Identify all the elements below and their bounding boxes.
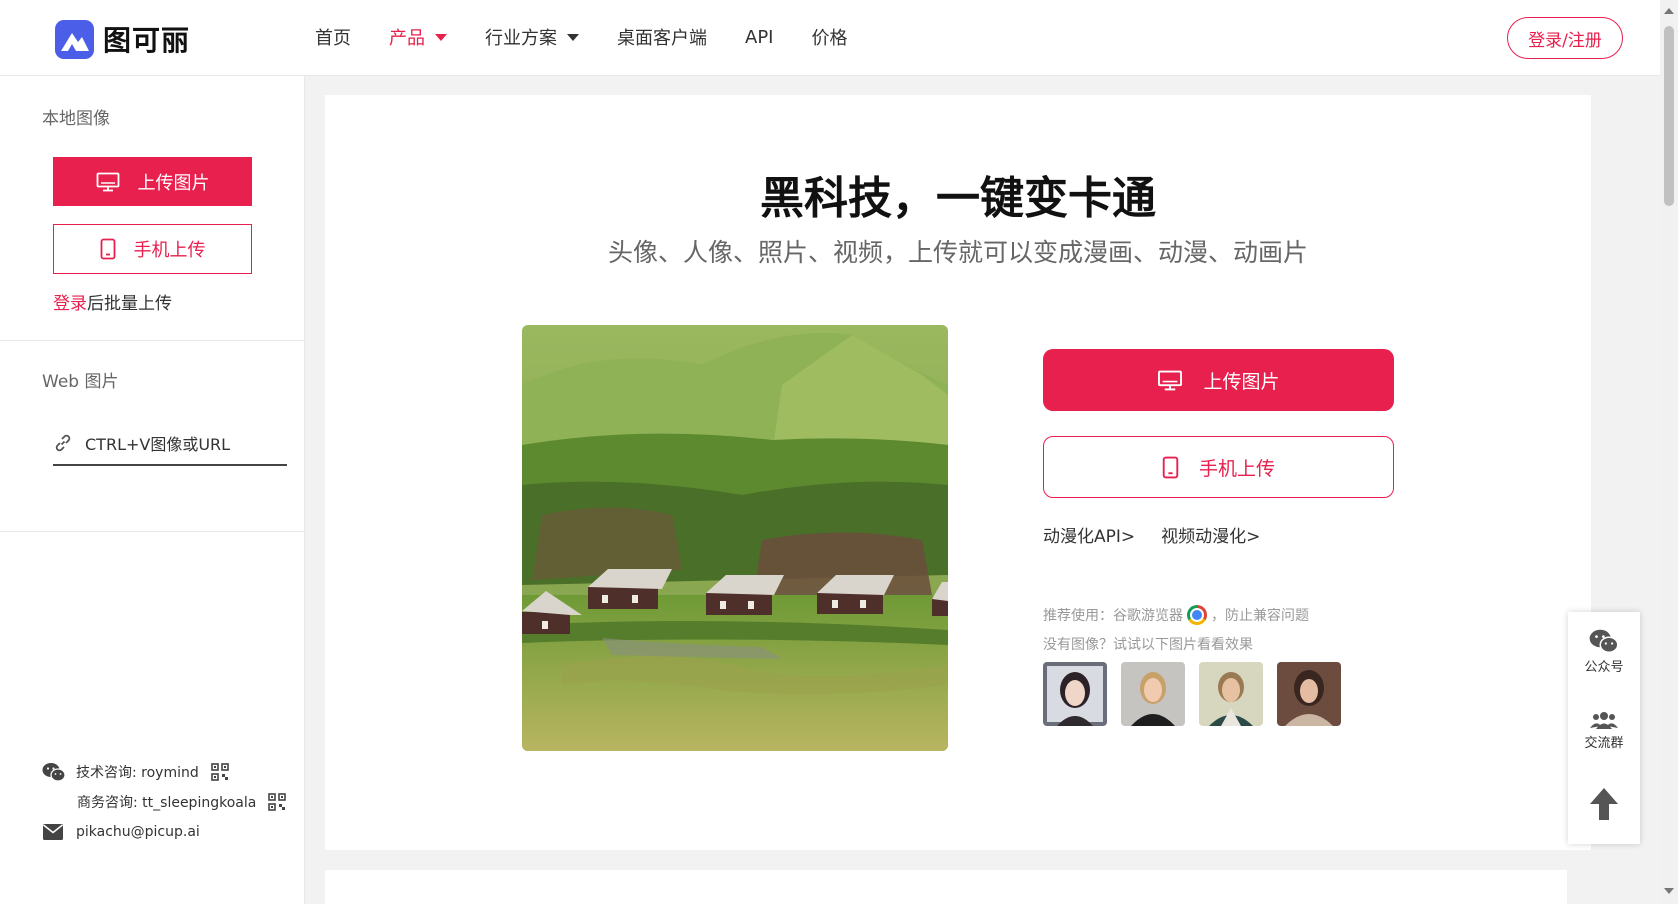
- top-header: 图可丽 首页 产品 行业方案 桌面客户端 API 价格 登录/注册: [0, 0, 1660, 76]
- qrcode-icon[interactable]: [268, 793, 287, 811]
- main-mobile-upload-button[interactable]: 手机上传: [1043, 436, 1394, 498]
- sample-thumbnail[interactable]: [1121, 662, 1185, 726]
- qrcode-icon[interactable]: [210, 763, 229, 781]
- monitor-icon: [1158, 370, 1183, 390]
- hero-subtitle: 头像、人像、照片、视频，上传就可以变成漫画、动漫、动画片: [607, 238, 1308, 267]
- feature-links: 动漫化API> 视频动漫化>: [1043, 522, 1286, 547]
- nav-industry-label: 行业方案: [485, 28, 557, 49]
- secondary-card: [325, 870, 1567, 904]
- sidebar-mobile-label: 手机上传: [133, 240, 206, 261]
- url-paste-input[interactable]: CTRL+V图像或URL: [53, 421, 287, 466]
- browser-recommendation: 推荐使用：谷歌游览器 ，防止兼容问题: [1043, 605, 1309, 625]
- main-nav: 首页 产品 行业方案 桌面客户端 API 价格: [315, 24, 885, 50]
- nav-desktop-client[interactable]: 桌面客户端: [617, 24, 707, 50]
- nav-api[interactable]: API: [745, 27, 773, 48]
- hero-landscape-image: [522, 325, 948, 751]
- logo-text: 图可丽: [103, 24, 191, 57]
- batch-upload-text: 后批量上传: [87, 294, 172, 314]
- sidebar-mobile-upload-button[interactable]: 手机上传: [53, 224, 252, 274]
- monitor-icon: [96, 172, 119, 191]
- nav-products-label: 产品: [389, 28, 425, 49]
- arrow-up-icon: [1590, 788, 1618, 820]
- phone-icon: [100, 238, 115, 260]
- page-scrollbar[interactable]: [1660, 0, 1678, 904]
- nav-home[interactable]: 首页: [315, 24, 351, 50]
- biz-contact-text: 商务咨询: tt_sleepingkoala: [77, 795, 257, 811]
- wechat-icon: [42, 763, 66, 782]
- link-icon: [55, 434, 71, 451]
- sample-thumbnail[interactable]: [1043, 662, 1107, 726]
- batch-upload-hint: 登录后批量上传: [53, 289, 172, 314]
- tech-contact-text: 技术咨询: roymind: [76, 765, 199, 781]
- nav-api-label: API: [745, 26, 774, 48]
- main-upload-button[interactable]: 上传图片: [1043, 349, 1394, 411]
- login-link[interactable]: 登录: [53, 294, 87, 314]
- hero-title: 黑科技，一键变卡通: [760, 173, 1156, 224]
- scrollbar-thumb[interactable]: [1664, 26, 1674, 206]
- phone-icon: [1162, 456, 1179, 478]
- main-upload-label: 上传图片: [1203, 370, 1280, 393]
- mail-icon: [43, 824, 63, 840]
- sample-thumbnail[interactable]: [1199, 662, 1263, 726]
- logo-mountain-icon: [55, 19, 94, 59]
- nav-pricing[interactable]: 价格: [811, 24, 847, 50]
- sample-thumbnail[interactable]: [1277, 662, 1341, 726]
- url-placeholder: CTRL+V图像或URL: [85, 434, 231, 454]
- chrome-icon: [1187, 605, 1207, 625]
- logo[interactable]: 图可丽: [55, 19, 190, 59]
- login-register-button[interactable]: 登录/注册: [1507, 17, 1623, 59]
- nav-industry[interactable]: 行业方案: [485, 24, 579, 50]
- nav-pricing-label: 价格: [811, 28, 848, 49]
- wechat-official-account[interactable]: 公众号: [1568, 628, 1640, 675]
- nav-home-label: 首页: [315, 28, 351, 49]
- local-image-title: 本地图像: [42, 109, 110, 129]
- web-image-title: Web 图片: [42, 372, 119, 392]
- sidebar-divider: [0, 531, 305, 532]
- scroll-down-arrow-icon[interactable]: [1664, 888, 1674, 894]
- sidebar: 本地图像 上传图片 手机上传 登录后批量上传 Web 图片 CTRL+V图像或U…: [0, 76, 305, 904]
- sidebar-upload-button[interactable]: 上传图片: [53, 157, 252, 206]
- sample-thumbnails: [1043, 662, 1355, 726]
- sidebar-divider: [0, 340, 305, 341]
- main-mobile-label: 手机上传: [1198, 457, 1275, 480]
- email-row: pikachu@picup.ai: [42, 823, 200, 841]
- nav-products[interactable]: 产品: [389, 24, 447, 50]
- video-anime-link[interactable]: 视频动漫化>: [1161, 522, 1260, 547]
- caret-down-icon: [435, 33, 447, 41]
- recommend-prefix: 推荐使用：谷歌游览器: [1043, 608, 1183, 624]
- wechat-icon: [1589, 629, 1619, 653]
- sidebar-upload-label: 上传图片: [137, 172, 210, 194]
- nav-desktop-label: 桌面客户端: [617, 28, 707, 49]
- wechat-label: 公众号: [1584, 660, 1624, 675]
- anime-api-link[interactable]: 动漫化API>: [1043, 522, 1135, 547]
- caret-down-icon: [567, 33, 579, 41]
- floating-toolbar: 公众号 交流群: [1568, 612, 1640, 844]
- scroll-up-arrow-icon[interactable]: [1664, 8, 1674, 14]
- recommend-suffix: ，防止兼容问题: [1211, 608, 1309, 624]
- group-label: 交流群: [1584, 736, 1624, 751]
- group-icon: [1590, 712, 1618, 729]
- email-text: pikachu@picup.ai: [76, 824, 200, 840]
- biz-contact-row: 商务咨询: tt_sleepingkoala: [77, 792, 287, 812]
- tech-contact-row: 技术咨询: roymind: [42, 762, 229, 782]
- sample-images-hint: 没有图像？试试以下图片看看效果: [1043, 637, 1253, 653]
- back-to-top-button[interactable]: [1568, 787, 1640, 823]
- main-card: 黑科技，一键变卡通 头像、人像、照片、视频，上传就可以变成漫画、动漫、动画片 上…: [325, 95, 1591, 850]
- community-group[interactable]: 交流群: [1568, 710, 1640, 751]
